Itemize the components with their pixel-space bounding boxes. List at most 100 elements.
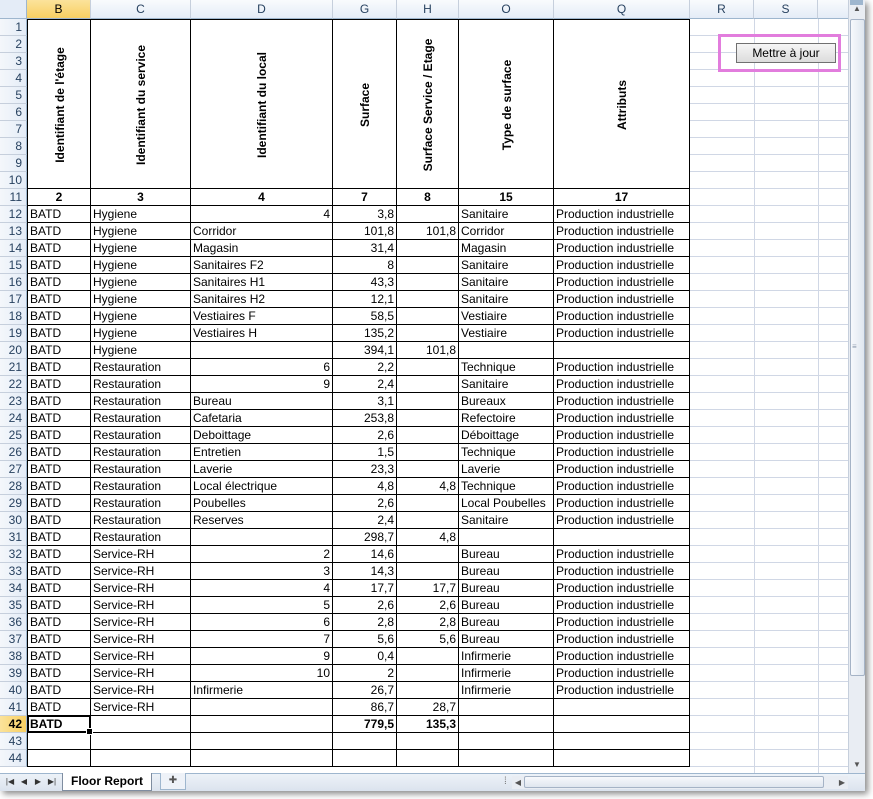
cell-surface_service[interactable]: 28,7 (397, 699, 459, 716)
row-header-44[interactable]: 44 (0, 750, 27, 767)
cell-etage[interactable]: BATD (27, 648, 91, 665)
cell-surface_service[interactable]: 5,6 (397, 631, 459, 648)
cell-etage[interactable]: BATD (27, 529, 91, 546)
cell-service[interactable]: Service-RH (91, 631, 191, 648)
empty-cell[interactable] (191, 750, 333, 767)
cell-surface_service[interactable]: 2,8 (397, 614, 459, 631)
cell-surface_service[interactable] (397, 444, 459, 461)
empty-cell[interactable] (91, 733, 191, 750)
cell-surface_service[interactable] (397, 648, 459, 665)
cell-type[interactable]: Sanitaire (459, 274, 554, 291)
cell-type[interactable]: Infirmerie (459, 665, 554, 682)
cell-surface[interactable]: 31,4 (333, 240, 397, 257)
cell-etage[interactable]: BATD (27, 699, 91, 716)
cell-attributs[interactable]: Production industrielle (554, 444, 690, 461)
cell-etage[interactable]: BATD (27, 546, 91, 563)
row-header-43[interactable]: 43 (0, 733, 27, 750)
cell-service[interactable]: Service-RH (91, 563, 191, 580)
row-header-11[interactable]: 11 (0, 189, 27, 206)
cell-local[interactable]: Infirmerie (191, 682, 333, 699)
row-header-25[interactable]: 25 (0, 427, 27, 444)
cell-service[interactable]: Restauration (91, 478, 191, 495)
vertical-scrollbar[interactable]: ▲ ≡ ▼ (848, 0, 865, 773)
cell-etage[interactable]: BATD (27, 359, 91, 376)
cell-local[interactable]: Cafetaria (191, 410, 333, 427)
cell-service[interactable]: Hygiene (91, 274, 191, 291)
cell-surface_service[interactable] (397, 665, 459, 682)
cell-local[interactable]: 6 (191, 359, 333, 376)
next-sheet-icon[interactable]: ▶ (32, 776, 44, 788)
column-header-s[interactable]: S (754, 0, 818, 19)
horizontal-scrollbar[interactable]: ◀ ▶ (512, 776, 848, 789)
cell-surface[interactable]: 4,8 (333, 478, 397, 495)
cell-local[interactable]: 3 (191, 563, 333, 580)
cell-surface[interactable]: 2 (333, 665, 397, 682)
cell-attributs[interactable] (554, 342, 690, 359)
cell-attributs[interactable]: Production industrielle (554, 682, 690, 699)
cell-surface_service[interactable] (397, 308, 459, 325)
cell-type[interactable]: Bureau (459, 597, 554, 614)
cell-type[interactable]: Technique (459, 444, 554, 461)
cell-type[interactable]: Laverie (459, 461, 554, 478)
row-header-8[interactable]: 8 (0, 138, 27, 155)
cell-service[interactable]: Service-RH (91, 682, 191, 699)
cell-surface[interactable]: 394,1 (333, 342, 397, 359)
cell-local[interactable] (191, 342, 333, 359)
row-header-14[interactable]: 14 (0, 240, 27, 257)
row-header-5[interactable]: 5 (0, 87, 27, 104)
cell-type[interactable]: Technique (459, 478, 554, 495)
empty-cell[interactable] (397, 733, 459, 750)
empty-cell[interactable] (191, 733, 333, 750)
cell-service[interactable]: Hygiene (91, 223, 191, 240)
empty-cell[interactable] (91, 750, 191, 767)
cell-local[interactable] (191, 699, 333, 716)
cell-etage[interactable]: BATD (27, 631, 91, 648)
cell-etage[interactable]: BATD (27, 308, 91, 325)
cell-attributs[interactable]: Production industrielle (554, 597, 690, 614)
cell-surface[interactable]: 779,5 (333, 716, 397, 733)
cell-service[interactable]: Restauration (91, 461, 191, 478)
row-header-39[interactable]: 39 (0, 665, 27, 682)
cell-service[interactable]: Restauration (91, 376, 191, 393)
first-sheet-icon[interactable]: |◀ (4, 776, 16, 788)
row-header-26[interactable]: 26 (0, 444, 27, 461)
cell-local[interactable]: 2 (191, 546, 333, 563)
cell-local[interactable]: 10 (191, 665, 333, 682)
cell-attributs[interactable]: Production industrielle (554, 410, 690, 427)
row-header-10[interactable]: 10 (0, 172, 27, 189)
cell-local[interactable]: 4 (191, 206, 333, 223)
column-header-c[interactable]: C (91, 0, 191, 19)
cell-etage[interactable]: BATD (27, 291, 91, 308)
cell-attributs[interactable]: Production industrielle (554, 274, 690, 291)
row-header-41[interactable]: 41 (0, 699, 27, 716)
cell-service[interactable]: Service-RH (91, 580, 191, 597)
cell-attributs[interactable] (554, 529, 690, 546)
cell-local[interactable]: Magasin (191, 240, 333, 257)
cell-attributs[interactable] (554, 716, 690, 733)
cell-type[interactable]: Sanitaire (459, 376, 554, 393)
active-cell-selection[interactable] (27, 715, 93, 735)
cell-type[interactable] (459, 342, 554, 359)
spreadsheet-grid[interactable]: B C D G H O Q R S 1 2 3 4 5 6 7 8 9 10 11 12 13 14 15 16 17 18 19 20… (0, 0, 848, 773)
row-header-13[interactable]: 13 (0, 223, 27, 240)
cell-surface[interactable]: 26,7 (333, 682, 397, 699)
cell-local[interactable]: Sanitaires F2 (191, 257, 333, 274)
cell-service[interactable]: Hygiene (91, 308, 191, 325)
cell-attributs[interactable]: Production industrielle (554, 461, 690, 478)
row-header-32[interactable]: 32 (0, 546, 27, 563)
cell-etage[interactable]: BATD (27, 274, 91, 291)
cell-etage[interactable]: BATD (27, 444, 91, 461)
cell-local[interactable]: 9 (191, 376, 333, 393)
cell-surface[interactable]: 17,7 (333, 580, 397, 597)
cell-surface[interactable]: 58,5 (333, 308, 397, 325)
cell-local[interactable]: 5 (191, 597, 333, 614)
cell-attributs[interactable]: Production industrielle (554, 206, 690, 223)
cell-surface[interactable]: 2,6 (333, 495, 397, 512)
empty-cell[interactable] (333, 733, 397, 750)
cell-service[interactable]: Hygiene (91, 206, 191, 223)
row-header-15[interactable]: 15 (0, 257, 27, 274)
cell-surface[interactable]: 2,8 (333, 614, 397, 631)
cell-local[interactable]: 9 (191, 648, 333, 665)
cell-etage[interactable]: BATD (27, 393, 91, 410)
cell-etage[interactable]: BATD (27, 376, 91, 393)
